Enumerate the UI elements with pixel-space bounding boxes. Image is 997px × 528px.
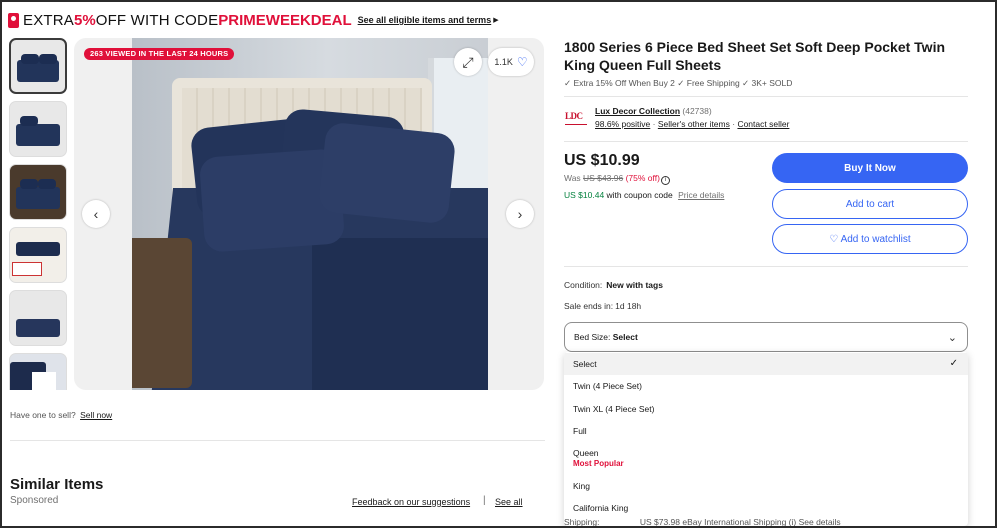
price-details-link[interactable]: Price details (678, 190, 724, 200)
contact-seller-link[interactable]: Contact seller (737, 119, 789, 129)
promo-code: PRIMEWEEKDEAL (218, 11, 352, 29)
condition-row: Condition: New with tags (564, 280, 663, 290)
dot-separator: · (650, 119, 658, 129)
divider (564, 266, 968, 267)
viewed-badge: 263 VIEWED IN THE LAST 24 HOURS (84, 48, 235, 60)
main-product-image[interactable]: 263 VIEWED IN THE LAST 24 HOURS ⤢ 1.1K ♡… (74, 38, 544, 390)
bed-size-label-text: Bed Size: (574, 332, 613, 342)
divider (564, 96, 968, 97)
watch-count: 1.1K (494, 57, 513, 67)
promo-percent: 5% (74, 11, 96, 29)
seller-other-items-link[interactable]: Seller's other items (658, 119, 730, 129)
discount-percent: (75% off) (625, 173, 660, 183)
add-to-cart-button[interactable]: Add to cart (772, 189, 968, 219)
checkmark-icon: ✓ (949, 358, 958, 369)
chevron-right-icon: › (517, 206, 523, 222)
shipping-label: Shipping: (564, 517, 600, 527)
price: US $10.99 (564, 152, 640, 169)
bed-size-dropdown: Select ✓ Twin (4 Piece Set) Twin XL (4 P… (564, 352, 968, 526)
most-popular-badge: Most Popular (573, 459, 624, 468)
shipping-row-peek: Shipping: US $73.98 eBay International S… (564, 517, 841, 527)
sell-now-link[interactable]: Sell now (80, 410, 112, 420)
thumbnail-2[interactable] (9, 101, 67, 157)
chevron-left-icon: ‹ (93, 206, 99, 222)
size-option-twin[interactable]: Twin (4 Piece Set) (564, 381, 968, 391)
ebay-listing-page: EXTRA 5% OFF WITH CODE PRIMEWEEKDEAL See… (0, 0, 997, 528)
thumbnail-6[interactable] (9, 353, 67, 390)
promo-text-main: EXTRA (23, 11, 75, 29)
previous-image-button[interactable]: ‹ (82, 200, 110, 228)
coupon-text: with coupon code (604, 190, 673, 200)
size-option-california-king[interactable]: California King (564, 503, 968, 513)
size-option-label: Select (573, 359, 597, 369)
thumbnail-strip (9, 38, 69, 390)
condition-label: Condition: (564, 280, 603, 290)
sell-prompt: Have one to sell? Sell now (10, 410, 112, 420)
was-price: US $43.96 (583, 173, 624, 183)
sale-ends-value: 1d 18h (615, 301, 642, 311)
thumbnail-3[interactable] (9, 164, 67, 220)
seller-links: 98.6% positive · Seller's other items · … (595, 119, 789, 129)
chevron-down-icon: ⌄ (947, 332, 957, 344)
feedback-link[interactable]: Feedback on our suggestions (352, 497, 470, 507)
was-price-row: Was US $43.96 (75% off) i (564, 173, 670, 185)
seller-positive-link[interactable]: 98.6% positive (595, 119, 650, 129)
product-subtitle: ✓ Extra 15% Off When Buy 2 ✓ Free Shippi… (564, 78, 793, 88)
bed-size-label: Bed Size: Select (574, 332, 638, 342)
info-icon[interactable]: i (660, 176, 670, 185)
next-image-button[interactable]: › (506, 200, 534, 228)
coupon-row: US $10.44 with coupon code Price details (564, 190, 724, 200)
thumbnail-5[interactable] (9, 290, 67, 346)
promo-banner: EXTRA 5% OFF WITH CODE PRIMEWEEKDEAL See… (8, 10, 499, 30)
heart-icon: ♡ (516, 55, 528, 69)
coupon-price: US $10.44 (564, 190, 605, 200)
size-option-twin-xl[interactable]: Twin XL (4 Piece Set) (564, 404, 968, 414)
size-option-king[interactable]: King (564, 481, 968, 491)
watch-count-button[interactable]: 1.1K ♡ (488, 48, 534, 76)
thumbnail-4[interactable] (9, 227, 67, 283)
size-option-label: Twin XL (4 Piece Set) (573, 404, 655, 414)
divider (10, 440, 545, 441)
add-to-watchlist-button[interactable]: ♡ Add to watchlist (772, 224, 968, 254)
coupon-tag-icon (8, 12, 19, 28)
size-option-label: Queen (573, 448, 599, 458)
sponsored-label: Sponsored (10, 495, 59, 506)
seller-feedback-count: (42738) (682, 106, 712, 116)
bed-size-select[interactable]: Bed Size: Select ⌄ (564, 322, 968, 352)
size-option-label: King (573, 481, 591, 491)
product-title: 1800 Series 6 Piece Bed Sheet Set Soft D… (564, 39, 946, 73)
similar-items-title: Similar Items (10, 476, 104, 493)
sell-prompt-text: Have one to sell? (10, 410, 76, 420)
size-option-full[interactable]: Full (564, 426, 968, 436)
see-all-link[interactable]: See all (495, 497, 523, 507)
promo-text-mid: OFF WITH CODE (95, 11, 219, 29)
seller-info: Lux Decor Collection (42738) (595, 106, 712, 116)
separator: | (483, 495, 486, 506)
shipping-text: US $73.98 eBay International Shipping (i… (639, 517, 841, 527)
condition-value: New with tags (606, 280, 663, 290)
size-option-label: California King (573, 503, 629, 513)
thumbnail-1[interactable] (9, 38, 67, 94)
bed-sheet-photo (132, 38, 488, 390)
size-option-select[interactable]: Select ✓ (564, 353, 968, 375)
promo-terms-link[interactable]: See all eligible items and terms (358, 15, 492, 25)
sale-ends-row: Sale ends in: 1d 18h (564, 301, 641, 311)
divider (564, 141, 968, 142)
size-option-label: Twin (4 Piece Set) (573, 381, 642, 391)
expand-button[interactable]: ⤢ (454, 48, 482, 76)
size-option-label: Full (573, 426, 587, 436)
was-label: Was (564, 173, 584, 183)
seller-logo[interactable]: LDC (565, 111, 587, 125)
size-option-queen[interactable]: Queen Most Popular (564, 448, 968, 468)
sale-ends-label: Sale ends in: (564, 301, 614, 311)
expand-icon: ⤢ (462, 53, 474, 70)
buy-it-now-button[interactable]: Buy It Now (772, 153, 968, 183)
play-arrow-icon: ▶ (493, 17, 499, 24)
seller-name-link[interactable]: Lux Decor Collection (595, 106, 680, 116)
bed-size-value: Select (612, 332, 638, 342)
